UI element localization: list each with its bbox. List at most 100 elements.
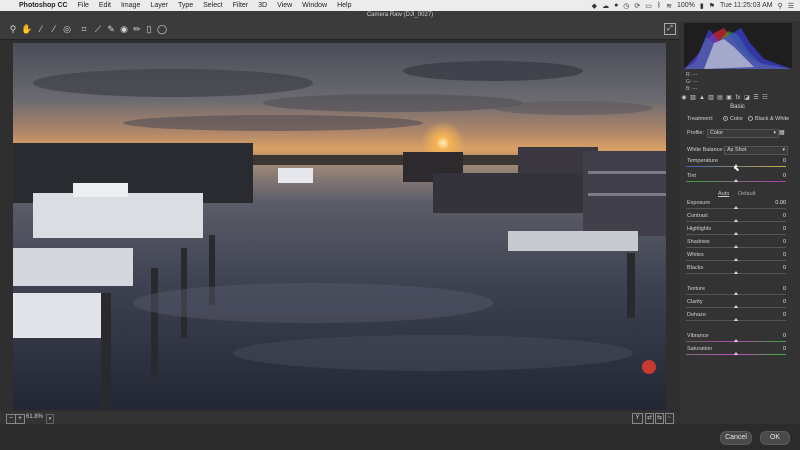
- menu-select[interactable]: Select: [198, 2, 227, 9]
- slider-clarity-label: Clarity: [687, 299, 703, 305]
- photo-preview[interactable]: [13, 43, 666, 410]
- chevron-down-icon: ▾: [782, 147, 785, 153]
- menu-type[interactable]: Type: [173, 2, 198, 9]
- toggle-settings-icon[interactable]: ▫: [665, 413, 674, 424]
- color-sampler-icon[interactable]: ⁄: [48, 23, 60, 35]
- menu-edit[interactable]: Edit: [94, 2, 116, 9]
- slider-contrast-thumb[interactable]: [734, 219, 738, 222]
- tab-detail-icon[interactable]: ▲: [698, 94, 706, 102]
- menu-view[interactable]: View: [272, 2, 297, 9]
- menu-filter[interactable]: Filter: [228, 2, 254, 9]
- slider-highlights-value[interactable]: 0: [783, 226, 786, 232]
- slider-tint-thumb[interactable]: [734, 179, 738, 182]
- tab-effects-icon[interactable]: fx: [734, 94, 742, 102]
- slider-texture-thumb[interactable]: [734, 292, 738, 295]
- sync-icon[interactable]: ⟳: [634, 2, 640, 10]
- histogram-g-readout: G: ---: [686, 79, 698, 85]
- slider-temperature-value[interactable]: 0: [783, 158, 786, 164]
- white-balance-icon[interactable]: ⁄: [35, 23, 47, 35]
- slider-contrast-label: Contrast: [687, 213, 708, 219]
- slider-vibrance-thumb[interactable]: [734, 339, 738, 342]
- dropbox-icon[interactable]: ◆: [592, 2, 597, 10]
- slider-exposure-thumb[interactable]: [734, 206, 738, 209]
- auto-button[interactable]: Auto: [718, 191, 729, 197]
- swap-view-icon[interactable]: ⇄: [645, 413, 654, 424]
- slider-dehaze-value[interactable]: 0: [783, 312, 786, 318]
- flag-icon[interactable]: ⚑: [709, 2, 715, 10]
- battery-percent[interactable]: 100%: [677, 2, 695, 9]
- tab-calibration-icon[interactable]: ◪: [743, 94, 751, 102]
- white-balance-label: White Balance:: [687, 147, 724, 153]
- chevron-down-icon: ▾: [773, 130, 776, 136]
- menu-layer[interactable]: Layer: [145, 2, 173, 9]
- straighten-icon[interactable]: ⟋: [92, 23, 104, 35]
- treatment-color-radio[interactable]: [723, 116, 728, 121]
- tab-lens-icon[interactable]: ▣: [725, 94, 733, 102]
- slider-exposure-value[interactable]: 0.00: [775, 200, 786, 206]
- fullscreen-toggle-icon[interactable]: ⤢: [664, 23, 676, 35]
- menu-file[interactable]: File: [73, 2, 94, 9]
- record-icon[interactable]: ●: [614, 2, 618, 9]
- treatment-bw-radio[interactable]: [748, 116, 753, 121]
- menu-app-name[interactable]: Photoshop CC: [14, 2, 73, 9]
- bluetooth-icon[interactable]: ᛒ: [657, 2, 661, 9]
- menu-window[interactable]: Window: [297, 2, 332, 9]
- radial-filter-icon[interactable]: ◯: [156, 23, 168, 35]
- zoom-dropdown-icon[interactable]: ▾: [46, 414, 54, 424]
- crop-icon[interactable]: ⌗: [78, 23, 90, 35]
- status-icons: ◆ ☁ ● ◷ ⟳ ▭ ᛒ ≋ 100% ▮ ⚑ Tue 11:25:03 AM…: [592, 2, 800, 10]
- slider-vibrance-value[interactable]: 0: [783, 333, 786, 339]
- slider-vibrance-label: Vibrance: [687, 333, 709, 339]
- slider-saturation-label: Saturation: [687, 346, 713, 352]
- zoom-in-button[interactable]: +: [15, 414, 25, 424]
- hand-icon[interactable]: ✋: [21, 23, 33, 35]
- tab-split-toning-icon[interactable]: ▤: [716, 94, 724, 102]
- ok-button[interactable]: OK: [760, 431, 790, 445]
- slider-shadows-value[interactable]: 0: [783, 239, 786, 245]
- targeted-adjustment-icon[interactable]: ◎: [61, 23, 73, 35]
- menu-help[interactable]: Help: [332, 2, 356, 9]
- screen-icon[interactable]: ▭: [645, 2, 652, 10]
- slider-texture-value[interactable]: 0: [783, 286, 786, 292]
- red-eye-icon[interactable]: ◉: [118, 23, 130, 35]
- slider-clarity-value[interactable]: 0: [783, 299, 786, 305]
- default-button[interactable]: Default: [738, 191, 755, 197]
- slider-dehaze-thumb[interactable]: [734, 318, 738, 321]
- white-balance-dropdown[interactable]: As Shot ▾: [724, 146, 788, 155]
- adjustment-brush-icon[interactable]: ✏: [131, 23, 143, 35]
- notification-center-icon[interactable]: ☰: [788, 2, 794, 10]
- menu-image[interactable]: Image: [116, 2, 145, 9]
- wifi-icon[interactable]: ≋: [666, 2, 672, 10]
- timemachine-icon[interactable]: ◷: [623, 2, 629, 10]
- battery-icon[interactable]: ▮: [700, 2, 704, 10]
- clock[interactable]: Tue 11:25:03 AM: [720, 2, 773, 9]
- slider-clarity-thumb[interactable]: [734, 305, 738, 308]
- cancel-button[interactable]: Cancel: [720, 431, 752, 445]
- zoom-icon[interactable]: ⚲: [7, 23, 19, 35]
- profile-dropdown[interactable]: Color ▾: [707, 129, 779, 138]
- tab-snapshots-icon[interactable]: ☷: [761, 94, 769, 102]
- slider-saturation-thumb[interactable]: [734, 352, 738, 355]
- profile-browser-icon[interactable]: ▦: [779, 129, 785, 136]
- slider-contrast-value[interactable]: 0: [783, 213, 786, 219]
- slider-blacks-value[interactable]: 0: [783, 265, 786, 271]
- copy-settings-icon[interactable]: ⇆: [655, 413, 664, 424]
- slider-temperature-label: Temperature: [687, 158, 718, 164]
- slider-whites-thumb[interactable]: [734, 258, 738, 261]
- tab-tone-curve-icon[interactable]: ▨: [689, 94, 697, 102]
- tab-hsl-icon[interactable]: ▥: [707, 94, 715, 102]
- menu-3d[interactable]: 3D: [253, 2, 272, 9]
- creative-cloud-icon[interactable]: ☁: [602, 2, 609, 10]
- tab-basic-icon[interactable]: ◉: [680, 94, 688, 102]
- before-after-toggle[interactable]: Y: [632, 413, 643, 424]
- spotlight-icon[interactable]: ⚲: [778, 2, 783, 10]
- slider-tint-value[interactable]: 0: [783, 173, 786, 179]
- slider-shadows-thumb[interactable]: [734, 245, 738, 248]
- slider-whites-value[interactable]: 0: [783, 252, 786, 258]
- tab-presets-icon[interactable]: ☰: [752, 94, 760, 102]
- graduated-filter-icon[interactable]: ▯: [143, 23, 155, 35]
- slider-highlights-thumb[interactable]: [734, 232, 738, 235]
- spot-removal-icon[interactable]: ✎: [105, 23, 117, 35]
- slider-saturation-value[interactable]: 0: [783, 346, 786, 352]
- slider-blacks-thumb[interactable]: [734, 271, 738, 274]
